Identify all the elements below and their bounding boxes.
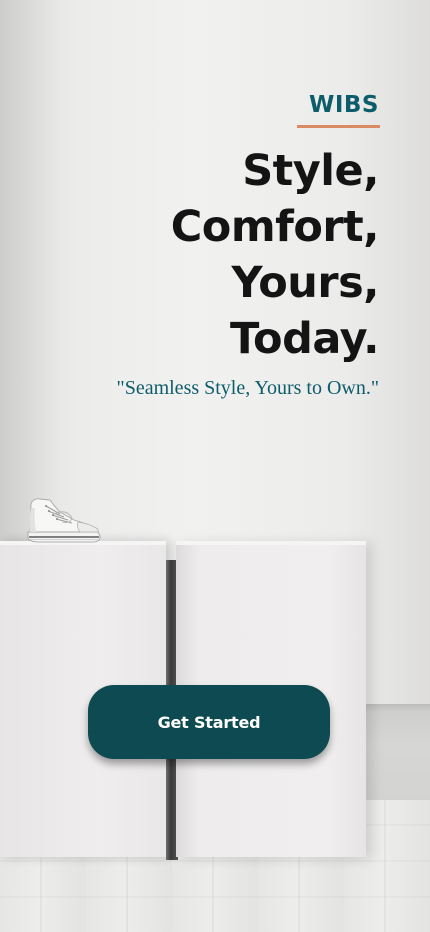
brand-underline [297,125,380,128]
headline-line: Yours, [231,258,380,308]
headline-line: Today. [229,314,380,364]
get-started-button[interactable]: Get Started [88,685,330,759]
sneaker-icon [27,498,101,543]
headline-line: Style, [242,146,379,196]
hero-headline: Style, Comfort, Yours, Today. [170,143,380,367]
hero-tagline: "Seamless Style, Yours to Own." [116,377,379,399]
welcome-screen: WIBS Style, Comfort, Yours, Today. "Seam… [0,0,430,932]
pedestal-right-top [176,541,366,545]
headline-line: Comfort, [170,202,380,252]
brand-logo: WIBS [308,92,379,118]
